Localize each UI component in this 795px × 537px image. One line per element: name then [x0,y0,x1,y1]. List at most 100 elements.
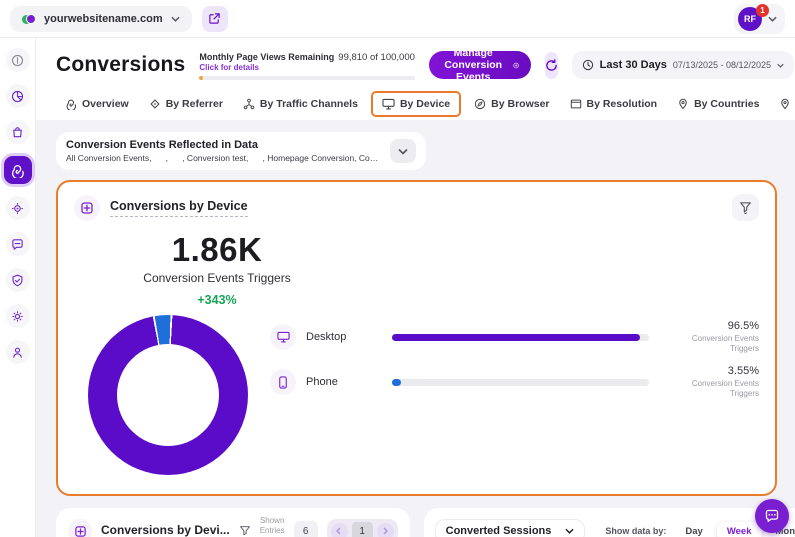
device-donut-chart[interactable] [88,315,248,475]
arrow-left-icon [335,527,343,535]
sidebar-toggle-icon[interactable] [6,48,30,72]
chat-bubble-icon[interactable] [6,232,30,256]
chat-icon [764,508,780,524]
total-label: Conversion Events Triggers [102,271,332,285]
target-gear-icon[interactable] [6,196,30,220]
desktop-pct-sublabel: Conversion Events Triggers [667,334,759,355]
tab-by-cities[interactable]: By Cities [770,93,795,115]
table-card-title[interactable]: Conversions by Devi... [101,523,230,537]
location-person-icon[interactable] [6,340,30,364]
traffic-nodes-icon [243,98,255,110]
widget-icon [74,195,100,221]
website-selector[interactable]: yourwebsitename.com [10,6,192,32]
topbar: yourwebsitename.com RF 1 [0,0,795,38]
device-row-phone[interactable]: Phone 3.55% Conversion Events Triggers [270,362,759,402]
conversion-events-bar: Conversion Events Reflected in Data All … [56,132,426,170]
sessions-chart-card: Converted Sessions Show data by: Day Wee… [424,508,795,537]
tab-by-resolution[interactable]: By Resolution [561,93,667,115]
tab-by-browser[interactable]: By Browser [465,93,558,115]
events-bar-title: Conversion Events Reflected in Data [66,139,382,151]
option-day[interactable]: Day [675,522,712,537]
avatar-initials: RF [744,14,756,24]
page-title: Conversions [56,53,185,77]
arrow-right-icon [381,527,389,535]
device-breakdown: Desktop 96.5% Conversion Events Triggers… [270,315,759,475]
pageviews-details-link[interactable]: Click for details [199,63,414,72]
option-week[interactable]: Week [717,522,762,537]
current-page[interactable]: 1 [352,522,373,537]
shopping-bag-icon[interactable] [6,120,30,144]
chevron-down-icon [171,16,180,22]
tabs-row: Overview By Referrer By Traffic Channels… [56,88,777,120]
conversions-spiral-icon[interactable] [4,156,32,184]
show-data-by-label: Show data by: [605,526,666,536]
date-range-label: Last 30 Days [600,59,667,71]
desktop-pct: 96.5% [667,319,759,333]
date-range-value: 07/13/2025 - 08/12/2025 [673,60,771,70]
refresh-icon [545,59,558,72]
tab-by-referrer[interactable]: By Referrer [140,93,232,115]
phone-pct-sublabel: Conversion Events Triggers [667,379,759,400]
filter-button[interactable] [732,194,759,221]
open-website-button[interactable] [202,6,228,32]
cities-pin-icon [779,98,791,110]
card-title[interactable]: Conversions by Device [110,199,248,217]
referrer-diamond-icon [149,98,161,110]
chevron-down-icon [777,63,784,68]
tab-by-device[interactable]: By Device [373,93,459,115]
page-size-select[interactable]: 6 [294,521,318,537]
prev-page-button[interactable] [331,523,348,537]
shield-check-icon[interactable] [6,268,30,292]
browser-compass-icon [474,98,486,110]
device-monitor-icon [382,98,395,110]
page-header: Conversions Monthly Page Views Remaining… [36,38,795,120]
chat-support-button[interactable] [755,499,789,533]
phone-pct: 3.55% [667,364,759,378]
by-device-highlight: By Device [371,91,461,117]
clock-icon [582,59,594,71]
desktop-bar [392,334,649,341]
pageviews-label: Monthly Page Views Remaining [199,52,334,62]
chevron-down-icon [565,528,574,534]
conversions-table-card: Conversions by Devi... Shown Entries 1-2… [56,508,410,537]
pageviews-widget: Monthly Page Views Remaining 99,810 of 1… [199,50,414,80]
conversions-by-device-card: Conversions by Device 1.86K Conversion E… [56,180,777,496]
events-bar-expand-button[interactable] [390,139,416,163]
filter-funnel-icon [239,525,251,537]
chevron-down-icon [768,16,777,22]
device-label: Phone [306,376,392,388]
chevron-down-icon [398,148,408,155]
site-domain: yourwebsitename.com [44,13,163,25]
table-filter-button[interactable] [239,525,251,537]
site-favicon-icon [22,12,36,26]
widget-icon [68,519,92,537]
avatar: RF 1 [738,7,762,31]
user-menu[interactable]: RF 1 [734,4,785,34]
pagination: 1 [327,519,398,537]
date-range-picker[interactable]: Last 30 Days 07/13/2025 - 08/12/2025 [572,51,794,79]
notification-badge: 1 [756,4,769,17]
desktop-icon [270,324,296,350]
shown-entries-label: Shown Entries [260,516,285,536]
device-label: Desktop [306,331,392,343]
next-page-button[interactable] [377,523,394,537]
countries-pin-icon [677,98,689,110]
pie-chart-icon[interactable] [6,84,30,108]
filter-funnel-icon [739,201,752,214]
resolution-screen-icon [570,98,582,110]
manage-conversion-events-button[interactable]: Manage Conversion Events [429,51,531,79]
tab-overview[interactable]: Overview [56,93,138,115]
metric-dropdown[interactable]: Converted Sessions [436,520,585,537]
tab-by-countries[interactable]: By Countries [668,93,768,115]
total-conversions: 1.86K [102,231,332,269]
delta-badge: +343% [102,293,332,307]
external-link-icon [208,12,221,25]
tab-by-traffic-channels[interactable]: By Traffic Channels [234,93,367,115]
device-row-desktop[interactable]: Desktop 96.5% Conversion Events Triggers [270,317,759,357]
pageviews-value: 99,810 of 100,000 [338,52,415,63]
settings-gear-icon[interactable] [6,304,30,328]
overview-spiral-icon [65,98,77,110]
plus-circle-icon [513,59,519,72]
pageviews-progressbar [199,76,414,80]
refresh-button[interactable] [545,52,558,79]
